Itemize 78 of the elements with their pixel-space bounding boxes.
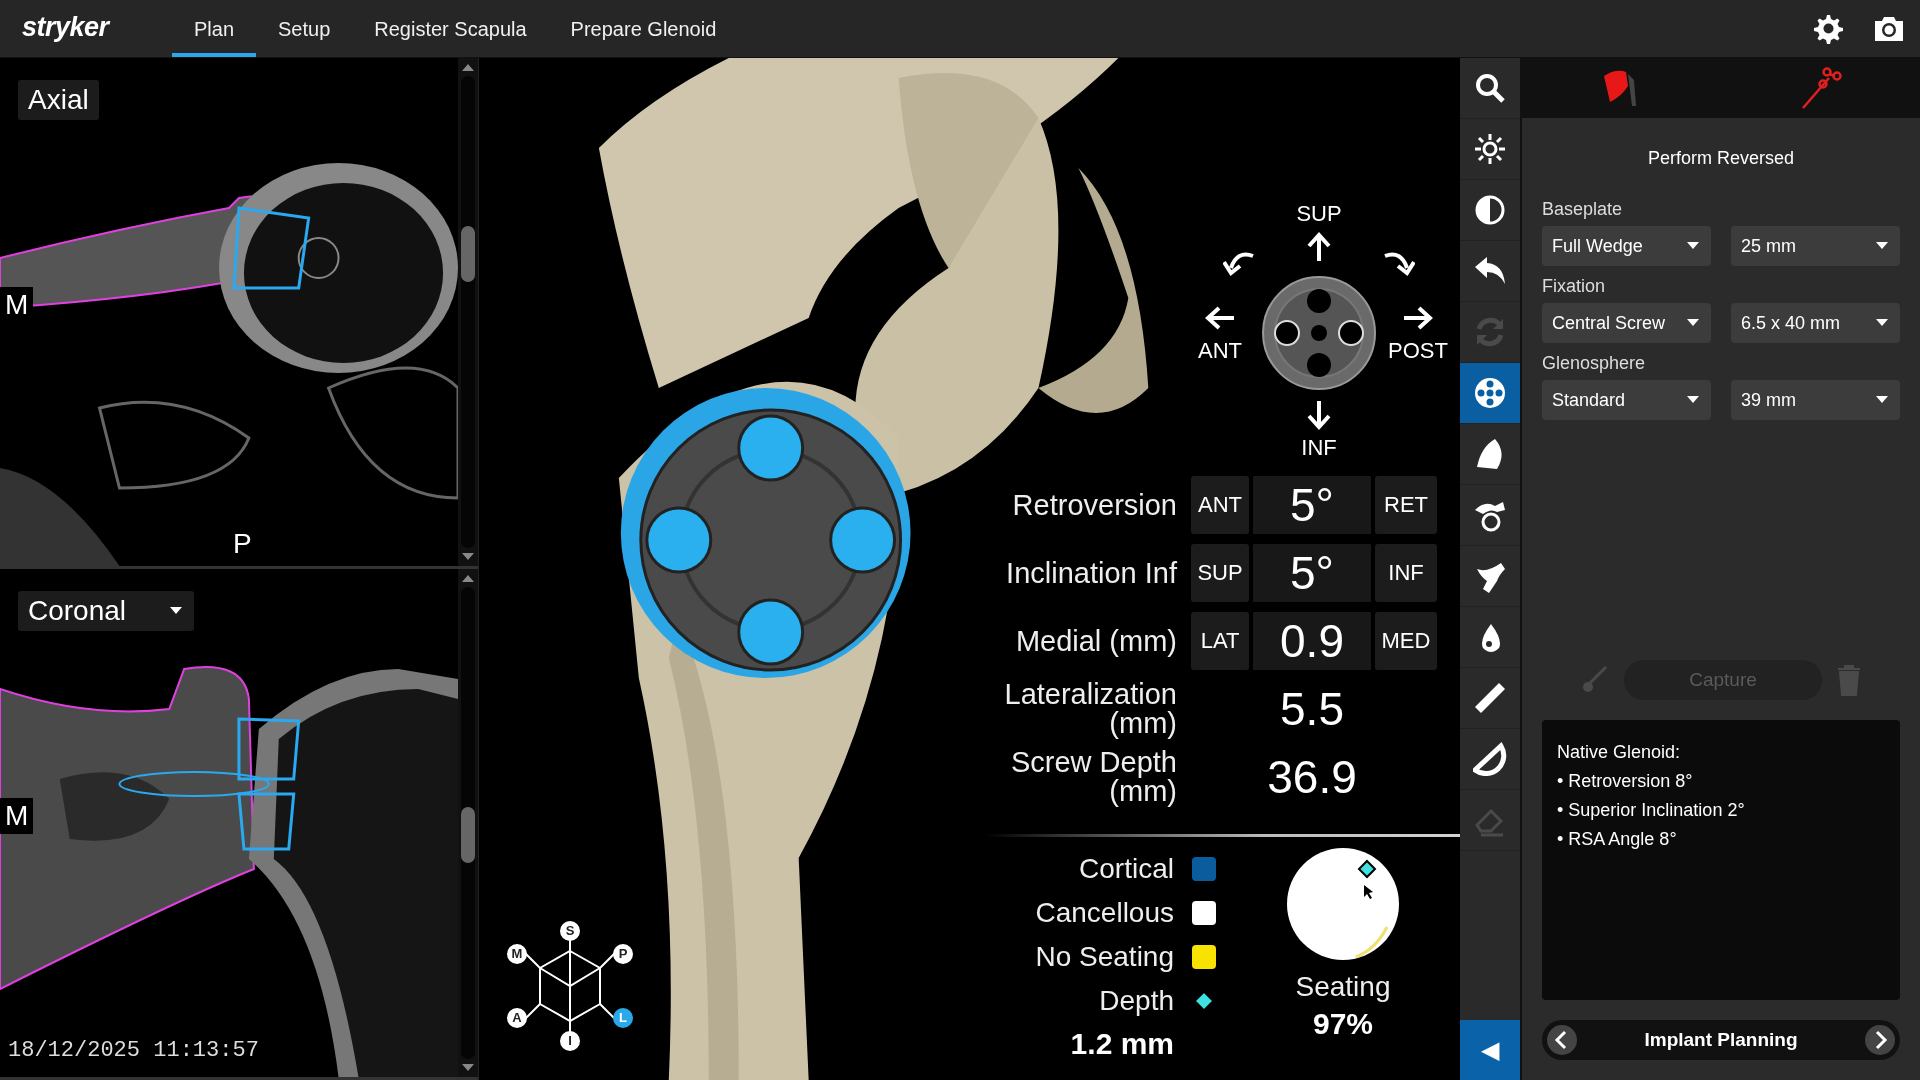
measurement-value: 5° — [1253, 476, 1371, 534]
measurement-label: Screw Depth (mm) — [1010, 748, 1178, 806]
decrease-button[interactable]: ANT — [1191, 476, 1249, 534]
direction-label: ANT — [1198, 338, 1242, 364]
logo: stryker — [21, 11, 111, 44]
orientation-label: M — [0, 797, 34, 834]
step-title: Implant Planning — [1644, 1029, 1798, 1051]
caret-icon — [170, 607, 183, 615]
caret-icon — [1687, 319, 1699, 327]
notes-item: • Retroversion 8° — [1557, 770, 1694, 793]
scrollbar[interactable] — [461, 587, 475, 1059]
legend-label: No Seating — [1035, 941, 1174, 973]
caret-icon — [1876, 396, 1888, 404]
direction-label: SUP — [1296, 201, 1342, 227]
settings-icon[interactable] — [1812, 12, 1845, 45]
measurement-label: Retroversion — [1011, 490, 1178, 520]
next-icon[interactable] — [1864, 1024, 1896, 1056]
scrollbar[interactable] — [461, 76, 475, 548]
direction-label: POST — [1388, 338, 1448, 364]
dropdown[interactable]: Full Wedge — [1542, 226, 1711, 266]
increase-button[interactable]: INF — [1375, 544, 1437, 602]
view-dropdown[interactable]: Coronal — [18, 591, 195, 631]
notes-item: • RSA Angle 8° — [1557, 828, 1678, 851]
legend-label: Cancellous — [1035, 897, 1174, 929]
notes-item: • Superior Inclination 2° — [1557, 799, 1746, 822]
tab[interactable]: Setup — [256, 0, 353, 57]
scroll-down-icon[interactable] — [461, 1063, 475, 1073]
measurement-value: 5.5 — [1279, 682, 1345, 737]
increase-button[interactable]: MED — [1375, 612, 1437, 670]
ruler-icon — [1473, 681, 1507, 715]
seating-value: 97% — [1312, 1007, 1373, 1041]
scroll-down-icon[interactable] — [461, 552, 475, 562]
contrast-icon — [1473, 193, 1507, 227]
dropdown[interactable]: 25 mm — [1731, 226, 1900, 266]
caret-icon — [1687, 242, 1699, 250]
right-arrow-icon[interactable] — [1402, 304, 1434, 332]
dropdown[interactable]: Standard — [1542, 380, 1711, 420]
search-icon — [1473, 71, 1507, 105]
field-label: Fixation — [1541, 276, 1607, 297]
dropdown[interactable]: Central Screw — [1542, 303, 1711, 343]
panel-title: Perform Reversed — [1646, 148, 1796, 169]
depth-value: 1.2 mm — [1070, 1027, 1175, 1061]
collapse-button[interactable]: ◀ — [1460, 1020, 1520, 1080]
measurement-value: 36.9 — [1266, 750, 1358, 805]
measurement-label: Lateralization (mm) — [1003, 680, 1178, 738]
up-arrow-icon[interactable] — [1305, 231, 1333, 263]
legend-label: Cortical — [1079, 853, 1174, 885]
dropdown[interactable]: 6.5 x 40 mm — [1731, 303, 1900, 343]
tab[interactable]: Prepare Glenoid — [548, 0, 739, 57]
baseplate-icon — [1261, 275, 1377, 391]
previous-icon[interactable] — [1546, 1024, 1578, 1056]
view-label: Axial — [18, 80, 99, 120]
scroll-up-icon[interactable] — [461, 62, 475, 72]
field-label: Glenosphere — [1541, 353, 1647, 374]
caret-icon — [1876, 242, 1888, 250]
notes-heading: Native Glenoid: — [1557, 741, 1682, 764]
decrease-button[interactable]: SUP — [1191, 544, 1249, 602]
down-arrow-icon[interactable] — [1305, 399, 1333, 431]
dropdown[interactable]: 39 mm — [1731, 380, 1900, 420]
seating-label: Seating — [1295, 971, 1391, 1003]
measurement-label: Medial (mm) — [1014, 626, 1178, 656]
caret-icon — [1687, 396, 1699, 404]
implant-icon — [1473, 376, 1507, 410]
measurement-value: 5° — [1253, 544, 1371, 602]
legend-label: Depth — [1099, 985, 1174, 1017]
tab[interactable]: Register Scapula — [352, 0, 549, 57]
measurement-value: 0.9 — [1253, 612, 1371, 670]
increase-button[interactable]: RET — [1375, 476, 1437, 534]
protractor-icon — [1473, 742, 1507, 776]
field-label: Baseplate — [1541, 199, 1624, 220]
tool-button[interactable] — [1460, 363, 1520, 424]
decrease-button[interactable]: LAT — [1191, 612, 1249, 670]
measurement-label: Inclination Inf — [1005, 558, 1178, 588]
direction-label: INF — [1301, 435, 1337, 461]
caret-icon — [1876, 319, 1888, 327]
left-arrow-icon[interactable] — [1204, 304, 1236, 332]
scroll-up-icon[interactable] — [461, 573, 475, 583]
brightness-icon — [1473, 132, 1507, 166]
